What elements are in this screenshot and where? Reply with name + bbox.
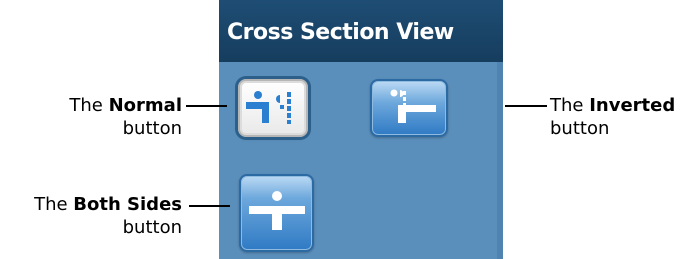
inverted-leader-line xyxy=(505,105,547,107)
normal-callout-prefix: The xyxy=(69,95,109,116)
both-sides-button[interactable] xyxy=(239,174,314,252)
both-sides-callout-suffix: button xyxy=(122,217,182,238)
inverted-callout: The Inverted button xyxy=(550,94,699,140)
both-sides-leader-line xyxy=(189,205,230,207)
both-sides-callout: The Both Sides button xyxy=(0,193,182,239)
normal-button[interactable] xyxy=(238,79,308,137)
cross-section-view-panel: Cross Section View xyxy=(219,0,503,259)
normal-callout-bold: Normal xyxy=(108,95,182,116)
inverted-button[interactable] xyxy=(370,79,448,137)
normal-callout-suffix: button xyxy=(122,118,182,139)
cross-section-normal-icon xyxy=(246,91,291,124)
panel-title: Cross Section View xyxy=(227,20,454,45)
normal-callout: The Normal button xyxy=(10,94,182,140)
panel-header: Cross Section View xyxy=(219,0,503,62)
both-sides-callout-prefix: The xyxy=(34,194,74,215)
both-sides-callout-bold: Both Sides xyxy=(73,194,182,215)
inverted-callout-suffix: button xyxy=(550,118,610,139)
inverted-callout-bold: Inverted xyxy=(589,95,676,116)
panel-edge xyxy=(497,62,503,259)
inverted-callout-prefix: The xyxy=(550,95,590,116)
cross-section-both-sides-icon xyxy=(249,191,305,230)
normal-leader-line xyxy=(186,105,227,107)
cross-section-inverted-icon xyxy=(390,89,436,123)
